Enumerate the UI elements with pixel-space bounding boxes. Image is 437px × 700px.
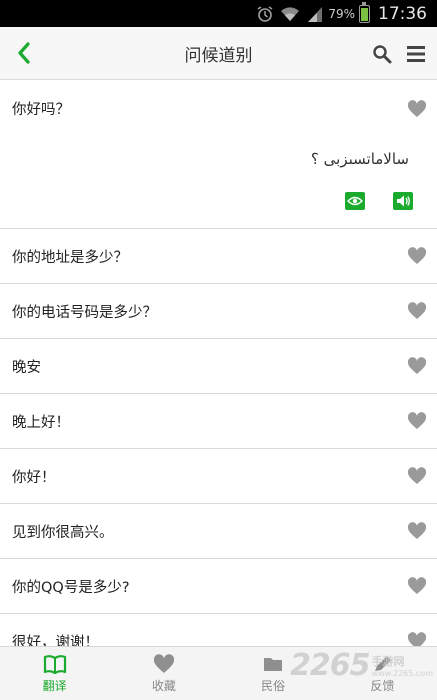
tab-translate[interactable]: 翻译 bbox=[0, 647, 109, 700]
view-button[interactable] bbox=[345, 192, 365, 210]
chevron-left-icon bbox=[18, 42, 30, 64]
phrase-row[interactable]: 你好吗？ سالاماتسىزبى ؟ bbox=[0, 80, 437, 229]
phrase-row[interactable]: 你的QQ号是多少? bbox=[0, 559, 437, 614]
signal-icon bbox=[306, 5, 324, 23]
heart-icon[interactable] bbox=[407, 302, 427, 320]
tab-label: 民俗 bbox=[261, 678, 286, 693]
heart-icon[interactable] bbox=[407, 412, 427, 430]
heart-icon[interactable] bbox=[407, 357, 427, 375]
heart-icon[interactable] bbox=[407, 247, 427, 265]
phrase-row[interactable]: 晚安 bbox=[0, 339, 437, 394]
heart-icon[interactable] bbox=[407, 632, 427, 646]
phrase-row[interactable]: 晚上好！ bbox=[0, 394, 437, 449]
phrase-text: 你的地址是多少？ bbox=[12, 249, 128, 266]
phrase-row[interactable]: 你好！ bbox=[0, 449, 437, 504]
status-bar: 79% 17:36 bbox=[0, 0, 437, 27]
heart-icon[interactable] bbox=[407, 522, 427, 540]
menu-icon bbox=[407, 46, 425, 62]
phrase-text: 你的电话号码是多少？ bbox=[12, 304, 157, 321]
search-icon bbox=[373, 45, 392, 64]
phrase-row[interactable]: 很好，谢谢！ bbox=[0, 614, 437, 646]
speak-button[interactable] bbox=[393, 192, 413, 210]
watermark-logo: 2265 手游网 www.2265.com bbox=[290, 648, 433, 683]
book-icon bbox=[43, 654, 66, 674]
phrase-row[interactable]: 见到你很高兴。 bbox=[0, 504, 437, 559]
watermark-side: 手游网 www.2265.com bbox=[372, 653, 433, 678]
phrase-text: 晚安 bbox=[12, 359, 41, 376]
watermark-number: 2265 bbox=[290, 648, 370, 683]
phrase-list: 你好吗？ سالاماتسىزبى ؟ 你的地址是多少？ 你的电话号码是多少？ … bbox=[0, 80, 437, 646]
phrase-text: 见到你很高兴。 bbox=[12, 524, 114, 541]
phrase-text: 你好！ bbox=[12, 469, 56, 486]
speaker-icon bbox=[397, 195, 410, 207]
app-header: 问候道别 bbox=[0, 27, 437, 80]
watermark-url: www.2265.com bbox=[371, 669, 433, 678]
phrase-text: 很好，谢谢！ bbox=[12, 634, 99, 647]
phrase-row[interactable]: 你的电话号码是多少？ bbox=[0, 284, 437, 339]
folder-icon bbox=[264, 657, 283, 671]
heart-icon[interactable] bbox=[407, 467, 427, 485]
battery-percent: 79% bbox=[328, 6, 355, 21]
phrase-text: 你的QQ号是多少? bbox=[12, 579, 130, 596]
tab-label: 收藏 bbox=[151, 678, 176, 693]
search-button[interactable] bbox=[369, 41, 395, 67]
heart-icon[interactable] bbox=[407, 100, 427, 118]
back-button[interactable] bbox=[10, 39, 38, 67]
translation-text: سالاماتسىزبى ؟ bbox=[310, 150, 409, 168]
tab-favorites[interactable]: 收藏 bbox=[109, 647, 218, 700]
clock-time: 17:36 bbox=[378, 3, 427, 24]
phrase-row[interactable]: 你的地址是多少？ bbox=[0, 229, 437, 284]
watermark-cn: 手游网 bbox=[371, 655, 405, 668]
menu-button[interactable] bbox=[403, 41, 429, 67]
battery-icon bbox=[359, 1, 370, 23]
heart-icon[interactable] bbox=[407, 577, 427, 595]
phrase-text: 晚上好！ bbox=[12, 414, 70, 431]
tab-label: 翻译 bbox=[42, 678, 67, 693]
phrase-text: 你好吗？ bbox=[12, 102, 70, 118]
heart-icon bbox=[153, 653, 174, 673]
wifi-icon bbox=[280, 5, 300, 23]
alarm-icon bbox=[256, 5, 274, 23]
eye-icon bbox=[347, 196, 363, 206]
